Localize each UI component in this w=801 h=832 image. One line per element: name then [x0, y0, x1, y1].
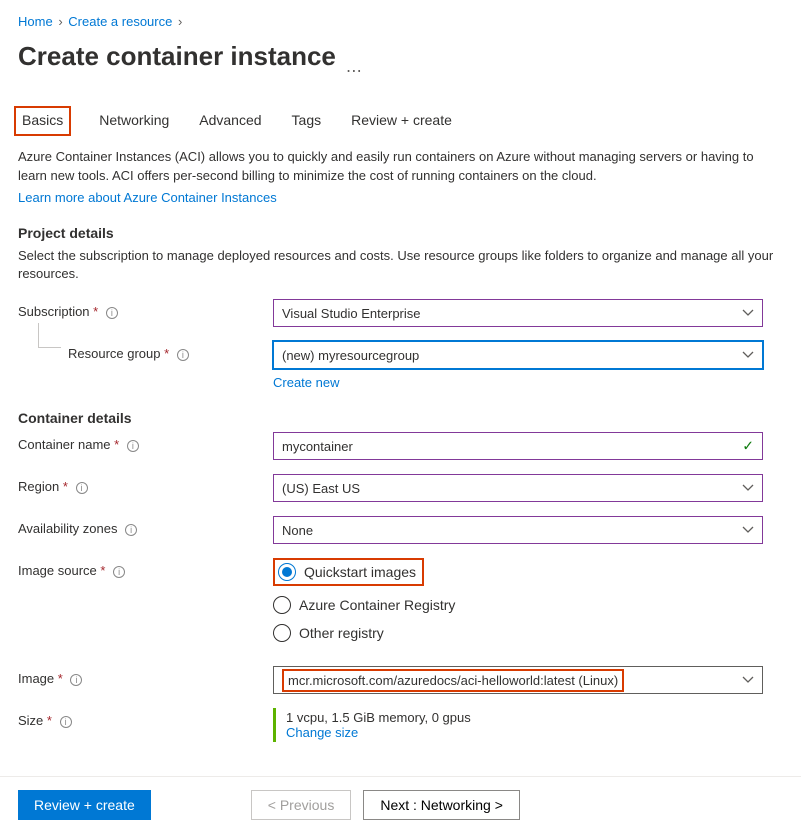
- chevron-down-icon: [742, 307, 754, 319]
- previous-button: < Previous: [251, 790, 352, 820]
- availability-zones-select[interactable]: None: [273, 516, 763, 544]
- info-icon[interactable]: i: [127, 440, 139, 452]
- breadcrumb: Home › Create a resource ›: [18, 10, 783, 35]
- tab-tags[interactable]: Tags: [290, 106, 324, 136]
- chevron-down-icon: [742, 524, 754, 536]
- container-name-value: mycontainer: [282, 439, 353, 454]
- learn-more-link[interactable]: Learn more about Azure Container Instanc…: [18, 190, 277, 205]
- resource-group-value: (new) myresourcegroup: [282, 348, 419, 363]
- image-source-label: Image source * i: [18, 558, 273, 578]
- subscription-label: Subscription * i: [18, 299, 273, 319]
- container-name-label: Container name * i: [18, 432, 273, 452]
- project-details-heading: Project details: [18, 225, 783, 241]
- info-icon[interactable]: i: [60, 716, 72, 728]
- region-select[interactable]: (US) East US: [273, 474, 763, 502]
- radio-quickstart-label: Quickstart images: [304, 564, 416, 580]
- check-icon: ✓: [742, 438, 754, 455]
- tab-advanced[interactable]: Advanced: [197, 106, 263, 136]
- chevron-right-icon: ›: [178, 14, 182, 29]
- change-size-link[interactable]: Change size: [286, 725, 358, 740]
- container-name-input[interactable]: mycontainer ✓: [273, 432, 763, 460]
- tab-basics[interactable]: Basics: [14, 106, 71, 136]
- chevron-down-icon: [742, 482, 754, 494]
- tab-networking[interactable]: Networking: [97, 106, 171, 136]
- intro-text: Azure Container Instances (ACI) allows y…: [18, 148, 783, 186]
- size-label: Size * i: [18, 708, 273, 728]
- info-icon[interactable]: i: [76, 482, 88, 494]
- breadcrumb-home[interactable]: Home: [18, 14, 53, 29]
- radio-other[interactable]: [273, 624, 291, 642]
- tabs: Basics Networking Advanced Tags Review +…: [18, 106, 783, 136]
- chevron-right-icon: ›: [58, 14, 62, 29]
- image-select[interactable]: mcr.microsoft.com/azuredocs/aci-hellowor…: [273, 666, 763, 694]
- radio-other-label: Other registry: [299, 625, 384, 641]
- info-icon[interactable]: i: [125, 524, 137, 536]
- info-icon[interactable]: i: [106, 307, 118, 319]
- info-icon[interactable]: i: [113, 566, 125, 578]
- info-icon[interactable]: i: [177, 349, 189, 361]
- container-details-heading: Container details: [18, 410, 783, 426]
- resource-group-label: Resource group * i: [18, 341, 273, 361]
- review-create-button[interactable]: Review + create: [18, 790, 151, 820]
- subscription-select[interactable]: Visual Studio Enterprise: [273, 299, 763, 327]
- resource-group-select[interactable]: (new) myresourcegroup: [273, 341, 763, 369]
- next-button[interactable]: Next : Networking >: [363, 790, 520, 820]
- chevron-down-icon: [742, 349, 754, 361]
- footer: Review + create < Previous Next : Networ…: [0, 776, 801, 832]
- tab-review[interactable]: Review + create: [349, 106, 454, 136]
- radio-acr-label: Azure Container Registry: [299, 597, 455, 613]
- project-details-sub: Select the subscription to manage deploy…: [18, 247, 783, 283]
- create-new-rg-link[interactable]: Create new: [273, 375, 339, 390]
- radio-quickstart[interactable]: [278, 563, 296, 581]
- info-icon[interactable]: i: [70, 674, 82, 686]
- availability-zones-label: Availability zones i: [18, 516, 273, 536]
- chevron-down-icon: [742, 674, 754, 686]
- region-value: (US) East US: [282, 481, 360, 496]
- availability-zones-value: None: [282, 523, 313, 538]
- more-icon[interactable]: ⋯: [346, 61, 362, 81]
- radio-acr[interactable]: [273, 596, 291, 614]
- image-value: mcr.microsoft.com/azuredocs/aci-hellowor…: [288, 673, 618, 688]
- breadcrumb-create-resource[interactable]: Create a resource: [68, 14, 172, 29]
- subscription-value: Visual Studio Enterprise: [282, 306, 421, 321]
- image-source-radio-group: Quickstart images Azure Container Regist…: [273, 558, 783, 642]
- page-title: Create container instance: [18, 41, 336, 72]
- size-value: 1 vcpu, 1.5 GiB memory, 0 gpus: [286, 710, 783, 725]
- image-label: Image * i: [18, 666, 273, 686]
- region-label: Region * i: [18, 474, 273, 494]
